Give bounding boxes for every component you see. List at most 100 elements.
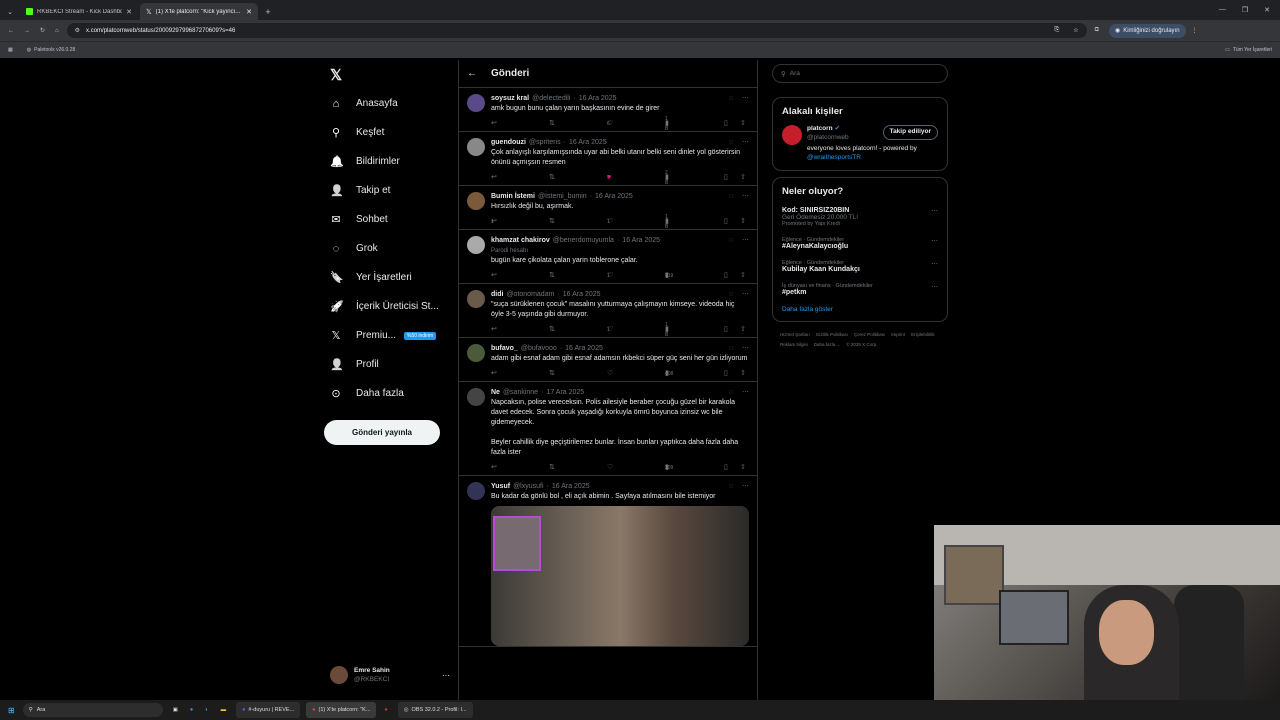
grok-icon[interactable]: ◌ xyxy=(729,482,733,492)
tweet-author[interactable]: khamzat chakirov xyxy=(491,236,550,246)
account-switcher[interactable]: Emre Sahin @RKBEKCI ⋯ xyxy=(330,666,450,684)
new-tab-button[interactable]: + xyxy=(260,3,276,20)
nav-item-1[interactable]: ⚲ Keşfet xyxy=(330,118,439,147)
trend-item[interactable]: Kod: SINIRSIZ20BIN Geri Ödemesiz 20.000 T… xyxy=(782,207,938,227)
tweet[interactable]: guendouzi @spriteris · 16 Ara 2025 ◌ ⋯ Çok anl… xyxy=(459,132,757,186)
task-view-icon[interactable]: ▣ xyxy=(173,707,178,713)
tweet[interactable]: Bumin İstemi @İstemi_bumin · 16 Ara 2025 ◌ ⋯ H… xyxy=(459,186,757,230)
footer-link[interactable]: Imprint xyxy=(891,330,905,340)
tweet[interactable]: didi @otonomadam · 16 Ara 2025 ◌ ⋯ "suça sürük… xyxy=(459,284,757,338)
tab-x[interactable]: 𝕏 (1) X'te platcorn: "Kick yayıncı... ✕ xyxy=(140,3,258,20)
tweet-image[interactable] xyxy=(491,506,749,646)
more-icon[interactable]: ⋯ xyxy=(442,671,450,680)
footer-link[interactable]: Erişilebilirlik xyxy=(911,330,935,340)
reload-icon[interactable]: ↻ xyxy=(40,27,45,34)
tweet[interactable]: soysuz kral @delectedili · 16 Ara 2025 ◌ ⋯ amk… xyxy=(459,88,757,132)
avatar[interactable] xyxy=(467,236,485,254)
profile-button[interactable]: ◉ Kimliğinizi doğrulayın xyxy=(1108,23,1186,38)
more-icon[interactable]: ⋯ xyxy=(742,482,749,492)
close-window-icon[interactable]: ✕ xyxy=(1264,6,1270,14)
grok-icon[interactable]: ◌ xyxy=(729,388,733,398)
app-icon[interactable]: ● xyxy=(190,707,193,713)
avatar[interactable] xyxy=(782,125,802,145)
taskbar-search[interactable]: ⚲ Ara xyxy=(22,703,163,717)
grok-icon[interactable]: ◌ xyxy=(729,290,733,300)
post-button[interactable]: Gönderi yayınla xyxy=(324,420,440,445)
grok-icon[interactable]: ◌ xyxy=(729,94,733,104)
forward-icon[interactable]: → xyxy=(24,28,30,34)
nav-item-4[interactable]: ✉ Sohbet xyxy=(330,205,439,234)
grok-icon[interactable]: ◌ xyxy=(729,344,733,354)
search-input[interactable]: ⚲ Ara xyxy=(772,64,948,83)
grok-icon[interactable]: ◌ xyxy=(729,192,733,202)
star-icon[interactable]: ☆ xyxy=(1073,27,1078,34)
all-bookmarks[interactable]: ▭ Tüm Yer İşaretleri xyxy=(1225,47,1272,53)
nav-item-5[interactable]: ◌ Grok xyxy=(330,234,439,263)
more-icon[interactable]: ⋯ xyxy=(742,388,749,398)
footer-link[interactable]: © 2025 X Corp. xyxy=(846,340,877,350)
nav-item-9[interactable]: 👤 Profil xyxy=(330,350,439,379)
tweet-date[interactable]: 16 Ara 2025 xyxy=(622,236,660,246)
tweet-author[interactable]: Bumin İstemi xyxy=(491,192,535,202)
folder-icon[interactable]: ▬ xyxy=(221,707,227,713)
nav-item-3[interactable]: 👤 Takip et xyxy=(330,176,439,205)
tweet-date[interactable]: 16 Ara 2025 xyxy=(552,482,590,492)
nav-item-6[interactable]: 🔖 Yer İşaretleri xyxy=(330,263,439,292)
avatar[interactable] xyxy=(467,192,485,210)
nav-item-7[interactable]: 🚀 İçerik Üreticisi St... xyxy=(330,292,439,321)
taskbar-app-discord[interactable]: ● #-duyuru | REVE... xyxy=(236,702,301,718)
home-icon[interactable]: ⌂ xyxy=(55,28,59,34)
avatar[interactable] xyxy=(467,388,485,406)
back-arrow-icon[interactable]: ← xyxy=(467,68,477,79)
trend-item[interactable]: İş dünyası ve finans · Gündemdekiler #pet… xyxy=(782,283,938,296)
taskbar-app-chrome[interactable]: ● (1) X'te platcorn: "K... xyxy=(306,702,377,718)
tweet-author[interactable]: Yusuf xyxy=(491,482,510,492)
footer-link[interactable]: Çerez Politikası xyxy=(854,330,885,340)
taskbar-app-obs[interactable]: ◎ OBS 32.0.2 - Profil: I... xyxy=(397,702,473,718)
site-info-icon[interactable]: ⚙ xyxy=(75,27,80,34)
more-icon[interactable]: ⋯ xyxy=(742,344,749,354)
follow-button[interactable]: Takip ediliyor xyxy=(882,125,938,140)
trend-item[interactable]: Eğlence · Gündemdekiler #AleynaKalaycıoğl… xyxy=(782,237,938,250)
footer-link[interactable]: Hizmet Şartları xyxy=(780,330,810,340)
tweet[interactable]: bufavo_ @bufavooo · 16 Ara 2025 ◌ ⋯ adam gibi … xyxy=(459,338,757,382)
tweet-date[interactable]: 16 Ara 2025 xyxy=(595,192,633,202)
footer-link[interactable]: Reklam bilgisi xyxy=(780,340,808,350)
bio-link[interactable]: @wraithesportsTR xyxy=(807,154,861,161)
app-icon[interactable]: ● xyxy=(384,707,387,713)
tweet[interactable]: khamzat chakirov @benerdomuyumla · 16 Ara 2… xyxy=(459,230,757,284)
edge-icon[interactable]: ◐ xyxy=(205,707,208,713)
tab-search-button[interactable]: ⌄ xyxy=(0,3,20,20)
maximize-icon[interactable]: ❐ xyxy=(1242,6,1248,14)
avatar[interactable] xyxy=(467,290,485,308)
avatar[interactable] xyxy=(467,344,485,362)
avatar[interactable] xyxy=(467,94,485,112)
avatar[interactable] xyxy=(467,138,485,156)
footer-link[interactable]: Gizlilik Politikası xyxy=(816,330,848,340)
nav-item-10[interactable]: ⊙ Daha fazla xyxy=(330,379,439,408)
url-field[interactable]: ⚙ x.com/platcornweb/status/2000929799687… xyxy=(66,23,1087,38)
tweet[interactable]: Ne @sankinne · 17 Ara 2025 ◌ ⋯ Napcaksın, poli… xyxy=(459,382,757,476)
show-more-link[interactable]: Daha fazla göster xyxy=(782,306,938,313)
tweet-date[interactable]: 16 Ara 2025 xyxy=(563,290,601,300)
close-icon[interactable]: ✕ xyxy=(246,8,252,16)
grok-icon[interactable]: ◌ xyxy=(729,138,733,148)
more-icon[interactable]: ⋯ xyxy=(931,237,938,245)
more-icon[interactable]: ⋯ xyxy=(742,236,749,246)
grok-icon[interactable]: ◌ xyxy=(729,236,733,246)
more-icon[interactable]: ⋯ xyxy=(931,260,938,268)
more-icon[interactable]: ⋯ xyxy=(742,192,749,202)
minimize-icon[interactable]: — xyxy=(1219,6,1226,14)
tweet-author[interactable]: bufavo_ xyxy=(491,344,518,354)
bookmark-item[interactable]: ◍ Paletools v26.0.28 xyxy=(27,47,76,53)
footer-link[interactable]: Daha fazla ... xyxy=(814,340,841,350)
tweet-author[interactable]: guendouzi xyxy=(491,138,526,148)
install-icon[interactable]: ⎘ xyxy=(1054,27,1059,34)
tweet-date[interactable]: 16 Ara 2025 xyxy=(579,94,617,104)
related-name[interactable]: platcorn xyxy=(807,125,833,134)
more-icon[interactable]: ⋯ xyxy=(931,207,938,215)
tab-kick[interactable]: RKBEKCI Stream - Kick Dashbo... ✕ xyxy=(20,3,138,20)
more-icon[interactable]: ⋯ xyxy=(742,138,749,148)
nav-item-2[interactable]: 🔔 Bildirimler xyxy=(330,147,439,176)
menu-icon[interactable]: ⋮ xyxy=(1192,27,1198,34)
